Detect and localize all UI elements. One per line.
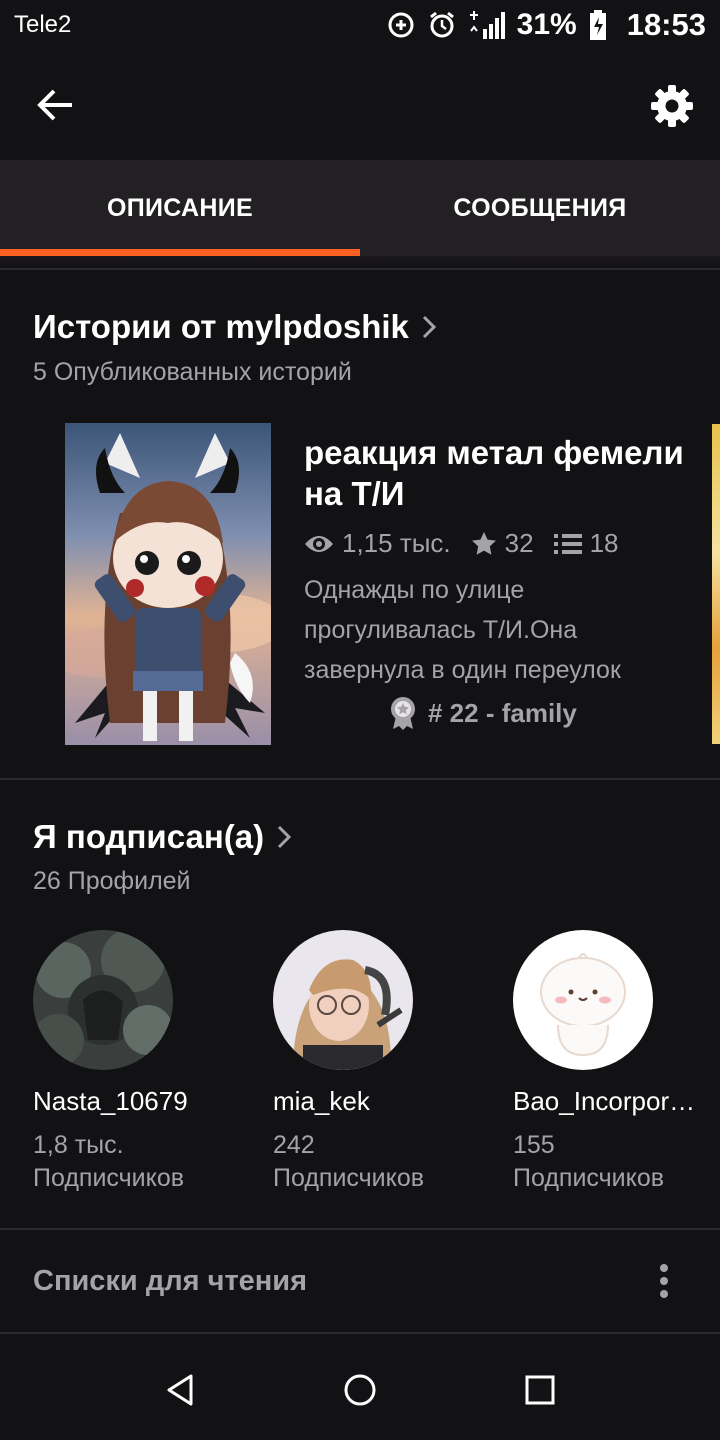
rank-text: # 22 - family [428,697,577,728]
back-arrow-icon [37,89,72,121]
follower-number: 1,8 тыс. [33,1131,124,1159]
following-title: Я подписан(а) [33,818,265,855]
profile-card[interactable]: Bao_Incorporated 155 Подписчиков [513,930,713,1195]
stories-header[interactable]: Истории от mylpdoshik [33,308,437,346]
triangle-back-icon [167,1374,193,1406]
divider [0,1332,720,1334]
carrier-name: Tele2 [14,11,72,38]
app-bar [0,50,720,160]
story-cover-image[interactable] [65,423,271,745]
reads-count: 1,15 тыс. [342,528,451,558]
profile-name: Nasta_10679 [33,1086,188,1116]
chevron-right-icon [278,825,292,849]
avatar[interactable] [513,930,653,1070]
reads-stat: 1,15 тыс. [304,528,451,559]
follower-label: Подписчиков [273,1164,425,1192]
profile-name: mia_kek [273,1086,370,1116]
story-stats: 1,15 тыс. 32 18 [304,528,639,559]
reading-lists-row[interactable]: Списки для чтения [0,1230,720,1332]
story-card[interactable]: реакция метал фемели на Т/И 1,15 тыс. 32… [0,418,720,748]
square-recents-icon [525,1375,555,1405]
ranking-badge-icon [391,697,415,730]
follower-number: 155 [513,1131,555,1159]
more-options-button[interactable] [646,1258,682,1304]
next-story-cover-peek[interactable] [712,424,720,744]
chevron-right-icon [422,315,437,339]
follower-label: Подписчиков [33,1164,185,1192]
votes-stat: 32 [471,528,534,559]
following-header[interactable]: Я подписан(а) [33,818,292,856]
status-bar: Tele2 31% 18:53 [0,0,720,50]
avatar[interactable] [273,930,413,1070]
more-vertical-icon [660,1264,668,1298]
story-rank[interactable]: # 22 - family [388,696,577,730]
back-button[interactable] [30,82,80,128]
story-description-text: Однажды по улице прогуливалась Т/И.Она з… [304,576,621,684]
data-saver-icon [387,11,415,39]
tab-messages[interactable]: СООБЩЕНИЯ [360,160,720,256]
follower-count: 242 Подписчиков [273,1129,473,1195]
parts-stat: 18 [553,528,619,559]
profile-card[interactable]: Nasta_10679 1,8 тыс. Подписчиков [33,930,233,1195]
profile-name: Bao_Incorporated [513,1086,701,1116]
story-description: Однажды по улице прогуливалась Т/И.Она з… [304,570,679,690]
reading-lists-label: Списки для чтения [33,1264,308,1297]
circle-home-icon [344,1374,376,1406]
list-icon [553,533,582,554]
nav-recents-button[interactable] [518,1368,562,1412]
status-icons: 31% 18:53 [387,7,706,43]
follower-count: 1,8 тыс. Подписчиков [33,1129,233,1195]
tab-description[interactable]: ОПИСАНИЕ [0,160,360,256]
battery-charging-icon [589,10,607,40]
nav-home-button[interactable] [338,1368,382,1412]
stories-count: 5 Опубликованных историй [33,358,352,386]
settings-button[interactable] [646,80,698,132]
nav-back-button[interactable] [158,1368,202,1412]
alarm-icon [427,10,457,40]
following-count: 26 Профилей [33,867,191,895]
parts-count: 18 [589,528,619,558]
follower-number: 242 [273,1131,315,1159]
profile-card[interactable]: mia_kek 242 Подписчиков [273,930,473,1195]
follower-count: 155 Подписчиков [513,1129,713,1195]
avatar[interactable] [33,930,173,1070]
votes-count: 32 [504,528,534,558]
clock: 18:53 [626,7,706,42]
signal-icon [469,11,505,39]
divider [0,778,720,780]
eye-icon [305,535,333,552]
story-title[interactable]: реакция метал фемели на Т/И [304,432,684,514]
battery-percent: 31% [516,8,577,41]
star-icon [471,531,496,555]
gear-icon [651,85,693,127]
follower-label: Подписчиков [513,1164,665,1192]
tab-bar: ОПИСАНИЕ СООБЩЕНИЯ [0,160,720,256]
stories-title: Истории от mylpdoshik [33,308,409,345]
divider [0,268,720,270]
system-nav-bar [0,1340,720,1440]
